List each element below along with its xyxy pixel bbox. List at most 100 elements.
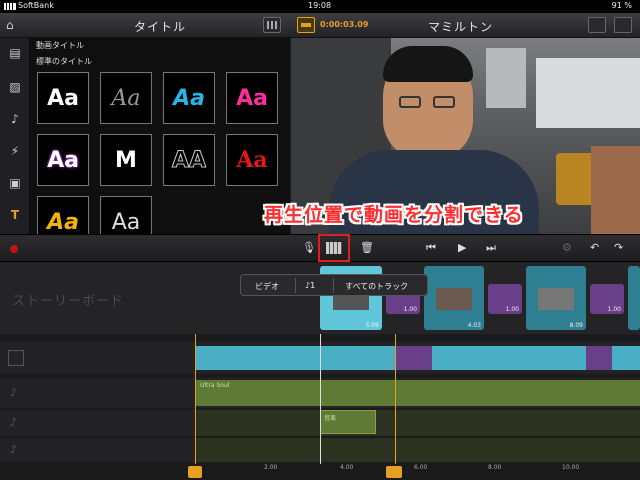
undo-icon[interactable]: ↶ xyxy=(590,241,599,255)
battery-label: 91 % xyxy=(611,1,632,10)
audio-lane-bg xyxy=(196,438,640,462)
timeline-transition[interactable] xyxy=(396,346,432,370)
title-browser: 動画タイトル 標準のタイトル Aa Aa Aa Aa Aa M AA Aa Aa… xyxy=(30,38,290,234)
music-icon[interactable]: ♪ xyxy=(6,110,24,128)
clip-duration: 1.00 xyxy=(505,306,519,313)
title-style-tile[interactable]: Aa xyxy=(226,134,278,186)
storyboard-label: ストーリーボード xyxy=(12,294,125,309)
transition-clip[interactable]: 1.00 xyxy=(488,284,522,314)
export-icon[interactable] xyxy=(614,17,632,33)
story-clip[interactable]: 4.03 xyxy=(424,266,484,330)
menu-item-video[interactable]: ビデオ xyxy=(255,281,279,292)
menu-divider xyxy=(295,278,296,293)
clip-duration: 4.03 xyxy=(467,322,481,329)
clock: 19:08 xyxy=(308,1,332,10)
timeline-video-clip[interactable] xyxy=(612,346,640,370)
settings-icon[interactable]: ⚙ xyxy=(562,241,572,255)
glasses-right xyxy=(433,96,455,108)
title-style-tile[interactable]: M xyxy=(100,134,152,186)
clip-thumbnail xyxy=(436,288,472,310)
clip-duration: 1.00 xyxy=(403,306,417,313)
track-context-menu: ビデオ ♪1 すべてのトラック xyxy=(240,274,428,296)
title-style-tile[interactable]: Aa xyxy=(37,196,89,234)
menu-item-all-tracks[interactable]: すべてのトラック xyxy=(345,281,408,292)
audio-clip[interactable]: 音楽 xyxy=(320,410,376,434)
time-ruler: 2.00 4.00 6.00 8.00 10.00 xyxy=(0,464,640,480)
clip-duration: 8.09 xyxy=(569,322,583,329)
storyboard: ストーリーボード 5.09 1.00 4.03 1.00 8.09 1.00 xyxy=(0,262,640,334)
skip-forward-icon[interactable]: ⏭︎ xyxy=(486,241,496,255)
media-icon[interactable]: ▤ xyxy=(6,44,24,62)
split-icon xyxy=(326,242,342,254)
title-style-tile[interactable]: Aa xyxy=(37,72,89,124)
play-icon[interactable]: ▶ xyxy=(458,241,466,255)
skip-back-icon[interactable]: ⏮︎ xyxy=(426,241,436,255)
title-style-tile[interactable]: Aa xyxy=(100,196,152,234)
video-track-icon xyxy=(8,350,24,366)
audio-lane-bg xyxy=(196,410,640,436)
ruler-tick: 4.00 xyxy=(340,464,354,471)
tool-sidebar: ▤ ▨ ♪ ⚡ ▣ T xyxy=(0,38,30,234)
header-bar: ⌂ タイトル 0:00:03.09 マミルトン xyxy=(0,13,640,38)
transition-icon[interactable]: ⚡ xyxy=(6,142,24,160)
title-style-tile[interactable]: Aa xyxy=(226,72,278,124)
audio-track-icon: ♪ xyxy=(10,416,18,429)
bystander xyxy=(591,146,640,234)
clip-duration: 1.00 xyxy=(607,306,621,313)
home-icon[interactable]: ⌂ xyxy=(6,18,14,32)
status-bar: SoftBank 19:08 91 % xyxy=(0,0,640,13)
audio-track-icon: ♪ xyxy=(10,443,18,456)
jar-object xyxy=(556,153,594,205)
annotation-caption: 再生位置で動画を分割できる xyxy=(264,204,524,226)
carrier-label: SoftBank xyxy=(18,1,54,10)
clip-thumbnail xyxy=(538,288,574,310)
split-button[interactable] xyxy=(318,234,350,262)
glasses-left xyxy=(399,96,421,108)
section-top-label: 動画タイトル xyxy=(36,41,84,50)
story-clip[interactable] xyxy=(628,266,640,330)
timeline-video-clip[interactable] xyxy=(432,346,586,370)
transition-clip[interactable]: 1.00 xyxy=(590,284,624,314)
ruler-tick: 10.00 xyxy=(562,464,580,471)
timecode: 0:00:03.09 xyxy=(320,20,369,29)
selection-end-line xyxy=(395,334,396,464)
redo-icon[interactable]: ↷ xyxy=(614,241,623,255)
timeline-video-clip[interactable] xyxy=(196,346,396,370)
person-hair xyxy=(383,46,473,82)
trim-handle-left[interactable] xyxy=(188,466,202,478)
office-window xyxy=(486,48,526,108)
browser-title: タイトル xyxy=(134,20,187,34)
overlay-icon[interactable]: ▣ xyxy=(6,174,24,192)
microphone-icon[interactable]: 🎙︎ xyxy=(302,241,316,255)
clip-duration: 5.09 xyxy=(365,322,379,329)
title-style-tile[interactable]: Aa xyxy=(163,72,215,124)
music-clip-label: Ultra Soul xyxy=(200,382,230,389)
selection-start-line xyxy=(195,334,196,464)
timeline-transition[interactable] xyxy=(586,346,612,370)
menu-divider xyxy=(333,278,334,293)
ruler-tick: 2.00 xyxy=(264,464,278,471)
title-style-tile[interactable]: Aa xyxy=(100,72,152,124)
title-style-tile[interactable]: Aa xyxy=(37,134,89,186)
audio-clip-label: 音楽 xyxy=(324,415,337,422)
ruler-tick: 8.00 xyxy=(488,464,502,471)
project-title: マミルトン xyxy=(428,20,494,34)
office-wall xyxy=(536,58,640,128)
grid-view-icon[interactable] xyxy=(263,17,281,33)
playhead[interactable] xyxy=(320,334,321,464)
timecode-toggle-icon[interactable] xyxy=(297,17,315,33)
section-label: 標準のタイトル xyxy=(36,57,92,66)
record-icon[interactable] xyxy=(10,245,18,253)
ruler-tick: 6.00 xyxy=(414,464,428,471)
story-clip[interactable]: 8.09 xyxy=(526,266,586,330)
photo-icon[interactable]: ▨ xyxy=(6,78,24,96)
edit-icon[interactable] xyxy=(588,17,606,33)
title-style-tile[interactable]: AA xyxy=(163,134,215,186)
music-clip[interactable]: Ultra Soul xyxy=(196,380,640,406)
signal-icon xyxy=(4,3,16,10)
trim-handle-right[interactable] xyxy=(386,466,402,478)
audio-track-icon: ♪ xyxy=(10,386,18,399)
title-tool-icon[interactable]: T xyxy=(6,206,24,224)
trash-icon[interactable]: 🗑︎ xyxy=(360,241,374,255)
menu-item-audio[interactable]: ♪1 xyxy=(305,281,315,290)
